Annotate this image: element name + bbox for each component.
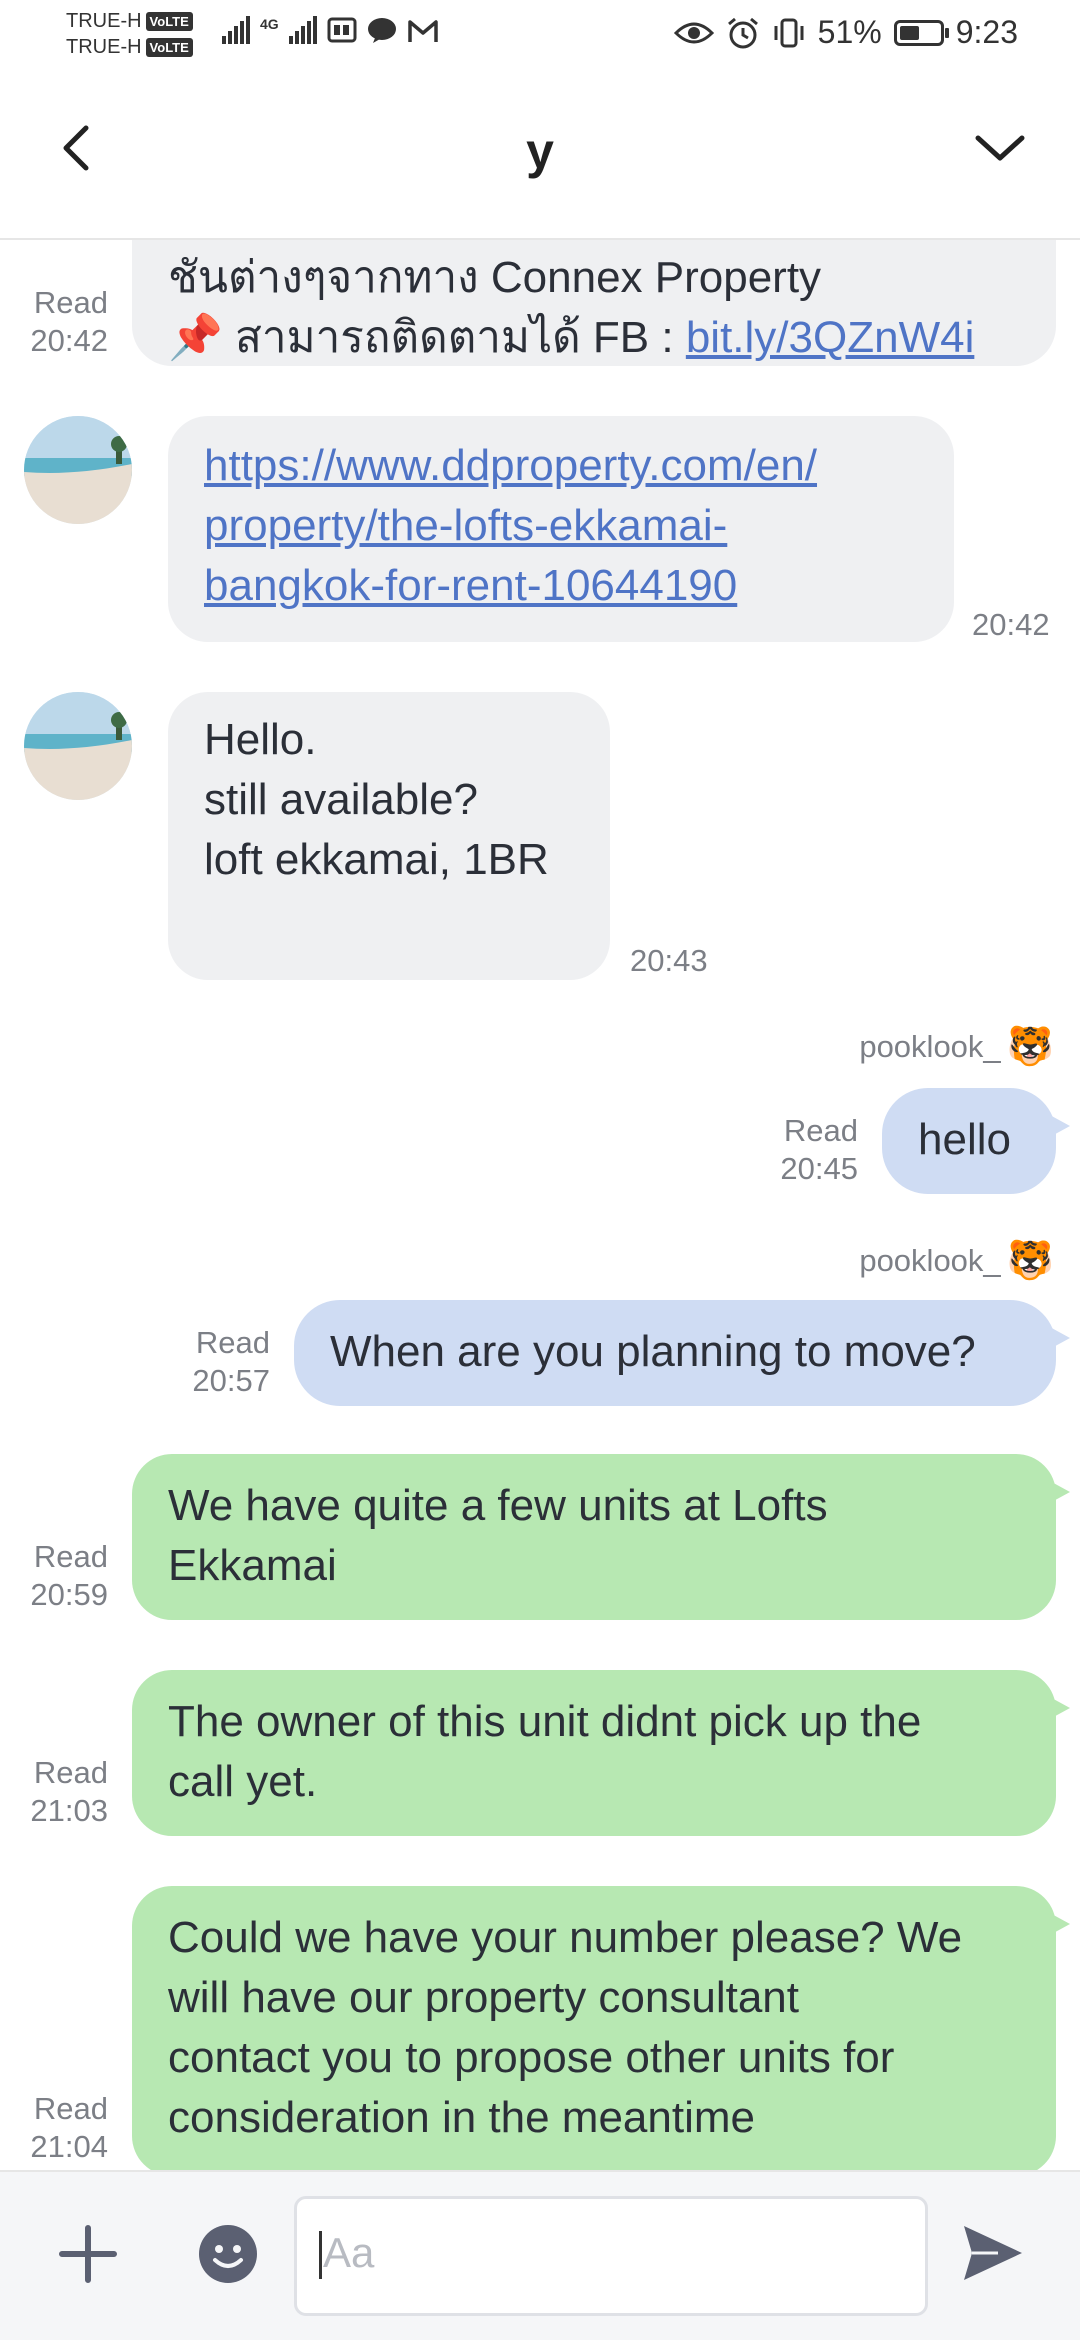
line-app-icon: [367, 18, 396, 43]
storage-icon: [327, 17, 357, 43]
message-text: loft ekkamai, 1BR: [204, 835, 549, 884]
battery-percent: 51%: [817, 14, 882, 50]
message-link[interactable]: property/the-lofts-ekkamai-: [204, 496, 954, 556]
message-time: 20:45: [780, 1151, 858, 1186]
tiger-emoji-icon: 🐯: [1006, 1240, 1054, 1282]
message-text: We have quite a few units at Lofts: [168, 1481, 828, 1530]
chat-header: y: [0, 72, 1080, 240]
message-bubble[interactable]: Hello. still available? loft ekkamai, 1B…: [168, 692, 610, 980]
input-placeholder: Aa: [323, 2229, 375, 2276]
eye-icon: [673, 22, 714, 43]
battery-icon: [893, 19, 949, 46]
message-bubble[interactable]: We have quite a few units at Lofts Ekkam…: [132, 1454, 1070, 1620]
message-time: 20:59: [30, 1577, 108, 1612]
read-label: Read: [33, 2091, 108, 2126]
read-label: Read: [783, 1113, 858, 1148]
read-label: Read: [33, 285, 108, 320]
network-type: 4G: [260, 16, 279, 32]
clock: 9:23: [955, 14, 1018, 50]
message-input[interactable]: Aa: [294, 2196, 928, 2316]
read-label: Read: [33, 1755, 108, 1790]
message-text: When are you planning to move?: [330, 1327, 976, 1376]
message-text: call yet.: [168, 1757, 318, 1806]
message-time: 21:04: [30, 2129, 108, 2164]
message-text: Ekkamai: [168, 1541, 337, 1590]
message-text: ชันต่างๆจากทาง Connex Property: [168, 253, 822, 302]
message-text: contact you to propose other units for: [168, 2033, 895, 2082]
message-text: still available?: [204, 775, 478, 824]
read-label: Read: [195, 1325, 270, 1360]
message-link[interactable]: bit.ly/3QZnW4i: [686, 313, 975, 362]
beach-avatar-icon: [24, 416, 132, 524]
text-caret: [319, 2231, 322, 2279]
message-text: 📌 สามารถติดตามได้ FB :: [168, 313, 686, 362]
status-icons-right: 51% 9:23: [673, 14, 1018, 51]
signal-icon-2: [288, 16, 317, 44]
read-receipt: Read 20:42: [16, 284, 108, 360]
message-link[interactable]: bangkok-for-rent-10644190: [204, 556, 954, 616]
message-text: The owner of this unit didnt pick up the: [168, 1697, 922, 1746]
message-text: consideration in the meantime: [168, 2093, 755, 2142]
message-link[interactable]: https://www.ddproperty.com/en/: [204, 436, 954, 496]
message-time: 20:42: [30, 323, 108, 358]
carrier-1: TRUE-H: [66, 10, 142, 32]
message-time: 20:43: [630, 943, 708, 978]
message-bubble[interactable]: https://www.ddproperty.com/en/ property/…: [168, 416, 954, 642]
read-receipt: Read 20:45: [740, 1112, 858, 1188]
message-time: 20:42: [972, 607, 1050, 642]
avatar[interactable]: [24, 416, 132, 524]
smiley-icon: [199, 2225, 257, 2283]
carrier-2: TRUE-H: [66, 36, 142, 58]
attach-button[interactable]: [56, 2222, 120, 2286]
message-time: 21:03: [30, 1793, 108, 1828]
sender-label: pooklook_: [859, 1029, 1001, 1064]
emoji-button[interactable]: [196, 2222, 260, 2286]
menu-toggle-button[interactable]: [970, 118, 1030, 178]
chat-messages[interactable]: Read 20:42 ชันต่างๆจากทาง Connex Propert…: [0, 240, 1080, 2170]
chevron-down-icon: [975, 135, 1025, 161]
plus-icon: [59, 2225, 117, 2283]
message-input-bar: Aa: [0, 2170, 1080, 2340]
message-time: 20:57: [192, 1363, 270, 1398]
signal-icon: [222, 16, 250, 44]
status-bar: TRUE-H VoLTE TRUE-H VoLTE 4G 51% 9:23: [0, 0, 1080, 72]
beach-avatar-icon: [24, 692, 132, 800]
message-bubble[interactable]: hello: [882, 1088, 1070, 1194]
message-bubble[interactable]: When are you planning to move?: [294, 1300, 1070, 1406]
send-button[interactable]: [958, 2218, 1028, 2288]
chat-title: y: [526, 123, 554, 179]
message-text: Could we have your number please? We: [168, 1913, 963, 1962]
avatar[interactable]: [24, 692, 132, 800]
sender-name: pooklook_ 🐯: [859, 1028, 1054, 1066]
message-bubble[interactable]: The owner of this unit didnt pick up the…: [132, 1670, 1070, 1836]
read-receipt: Read 21:04: [16, 2090, 108, 2166]
sender-name: pooklook_ 🐯: [859, 1242, 1054, 1280]
read-label: Read: [33, 1539, 108, 1574]
tiger-emoji-icon: 🐯: [1006, 1026, 1054, 1068]
volte-badge: VoLTE: [145, 37, 193, 57]
send-icon: [964, 2226, 1022, 2280]
message-text: will have our property consultant: [168, 1973, 799, 2022]
message-bubble[interactable]: Could we have your number please? We wil…: [132, 1886, 1070, 2170]
read-receipt: Read 20:57: [150, 1324, 270, 1400]
battery-fill: [899, 25, 919, 40]
volte-badge: VoLTE: [145, 11, 193, 31]
message-text: Hello.: [204, 715, 317, 764]
gmail-icon: [407, 20, 438, 42]
status-icons-left: 4G: [222, 16, 439, 44]
carrier-info: TRUE-H VoLTE TRUE-H VoLTE: [66, 8, 193, 60]
vibrate-icon: [774, 18, 804, 47]
message-text: hello: [918, 1115, 1011, 1164]
sender-label: pooklook_: [859, 1243, 1001, 1278]
alarm-icon: [727, 17, 758, 48]
read-receipt: Read 21:03: [16, 1754, 108, 1830]
message-bubble[interactable]: ชันต่างๆจากทาง Connex Property 📌 สามารถต…: [132, 240, 1056, 366]
read-receipt: Read 20:59: [16, 1538, 108, 1614]
